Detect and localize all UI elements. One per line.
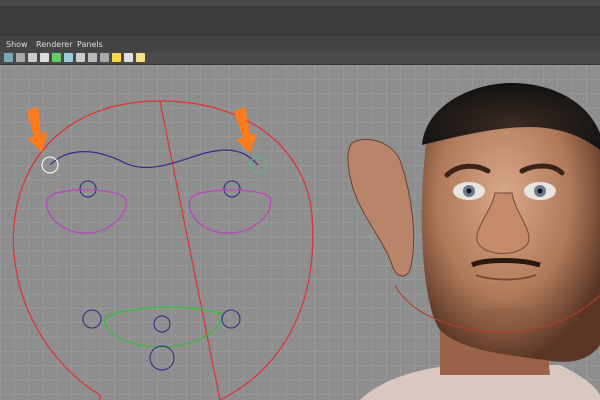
layout-icon-2[interactable]: [136, 53, 145, 62]
smooth-shade-icon[interactable]: [40, 53, 49, 62]
3d-viewport[interactable]: [0, 65, 600, 400]
viewport-canvas[interactable]: [0, 65, 600, 400]
panel-menu-bar: Show Renderer Panels: [0, 36, 600, 52]
menu-panels[interactable]: Panels: [77, 40, 103, 49]
layout-icon[interactable]: [124, 53, 133, 62]
menu-renderer[interactable]: Renderer: [36, 40, 73, 49]
grid-icon[interactable]: [16, 53, 25, 62]
select-icon[interactable]: [112, 53, 121, 62]
wireframe-icon[interactable]: [28, 53, 37, 62]
isolate-icon[interactable]: [100, 53, 109, 62]
shelf-area: [0, 6, 600, 36]
shadow-icon[interactable]: [76, 53, 85, 62]
camera-icon[interactable]: [4, 53, 13, 62]
light-icon[interactable]: [64, 53, 73, 62]
viewport-toolbar: [0, 52, 600, 65]
texture-icon[interactable]: [52, 53, 61, 62]
menu-show[interactable]: Show: [6, 40, 28, 49]
xray-icon[interactable]: [88, 53, 97, 62]
